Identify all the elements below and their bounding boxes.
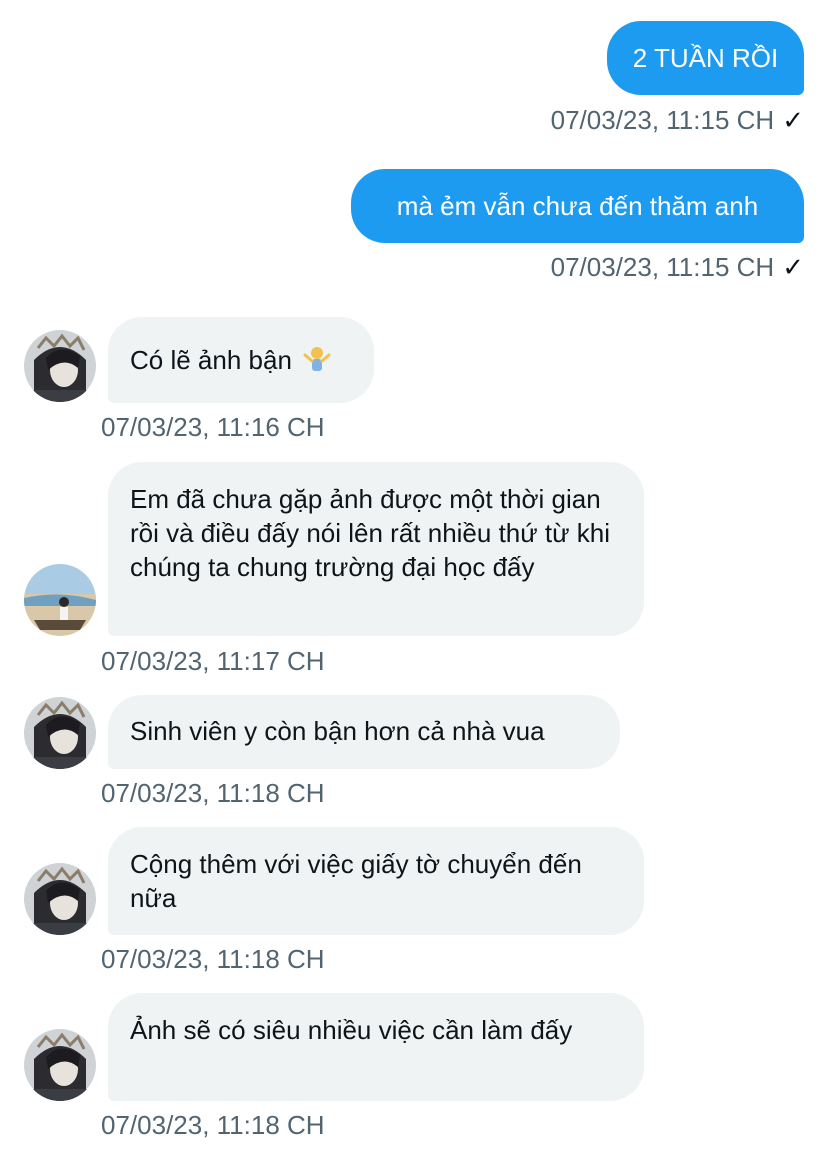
sent-check-icon: ✓	[782, 252, 804, 282]
sender-avatar[interactable]	[24, 564, 96, 636]
sent-message-bubble[interactable]: 2 TUẦN RỒI	[607, 21, 804, 95]
message-timestamp: 07/03/23, 11:18 CH	[101, 1110, 325, 1140]
received-message-bubble[interactable]: Có lẽ ảnh bận	[108, 317, 374, 403]
message-text: 2 TUẦN RỒI	[632, 43, 779, 73]
message-timestamp: 07/03/23, 11:17 CH	[101, 646, 325, 676]
message-timestamp: 07/03/23, 11:15 CH ✓	[550, 105, 804, 135]
message-text: Sinh viên y còn bận hơn cả nhà vua	[130, 716, 545, 746]
person-shrugging-emoji	[303, 347, 331, 371]
received-message-bubble[interactable]: Cộng thêm với việc giấy tờ chuyển đến nữ…	[108, 827, 644, 935]
message-timestamp: 07/03/23, 11:16 CH	[101, 412, 325, 442]
sender-avatar[interactable]	[24, 1029, 96, 1101]
sent-message-bubble[interactable]: mà ẻm vẫn chưa đến thăm anh	[351, 169, 804, 243]
message-text: Em đã chưa gặp ảnh được một thời gian rồ…	[130, 484, 610, 582]
message-text: Cộng thêm với việc giấy tờ chuyển đến nữ…	[130, 849, 582, 913]
message-text: Có lẽ ảnh bận	[130, 345, 292, 375]
sent-check-icon: ✓	[782, 105, 804, 135]
sender-avatar[interactable]	[24, 697, 96, 769]
received-message-bubble[interactable]: Sinh viên y còn bận hơn cả nhà vua	[108, 695, 620, 769]
received-message-bubble[interactable]: Em đã chưa gặp ảnh được một thời gian rồ…	[108, 462, 644, 636]
received-message-bubble[interactable]: Ảnh sẽ có siêu nhiều việc cần làm đấy	[108, 993, 644, 1101]
message-text: Ảnh sẽ có siêu nhiều việc cần làm đấy	[130, 1015, 573, 1045]
message-timestamp: 07/03/23, 11:18 CH	[101, 778, 325, 808]
sender-avatar[interactable]	[24, 863, 96, 935]
sender-avatar[interactable]	[24, 330, 96, 402]
message-timestamp: 07/03/23, 11:18 CH	[101, 944, 325, 974]
message-text: mà ẻm vẫn chưa đến thăm anh	[396, 191, 759, 221]
message-timestamp: 07/03/23, 11:15 CH ✓	[550, 252, 804, 282]
